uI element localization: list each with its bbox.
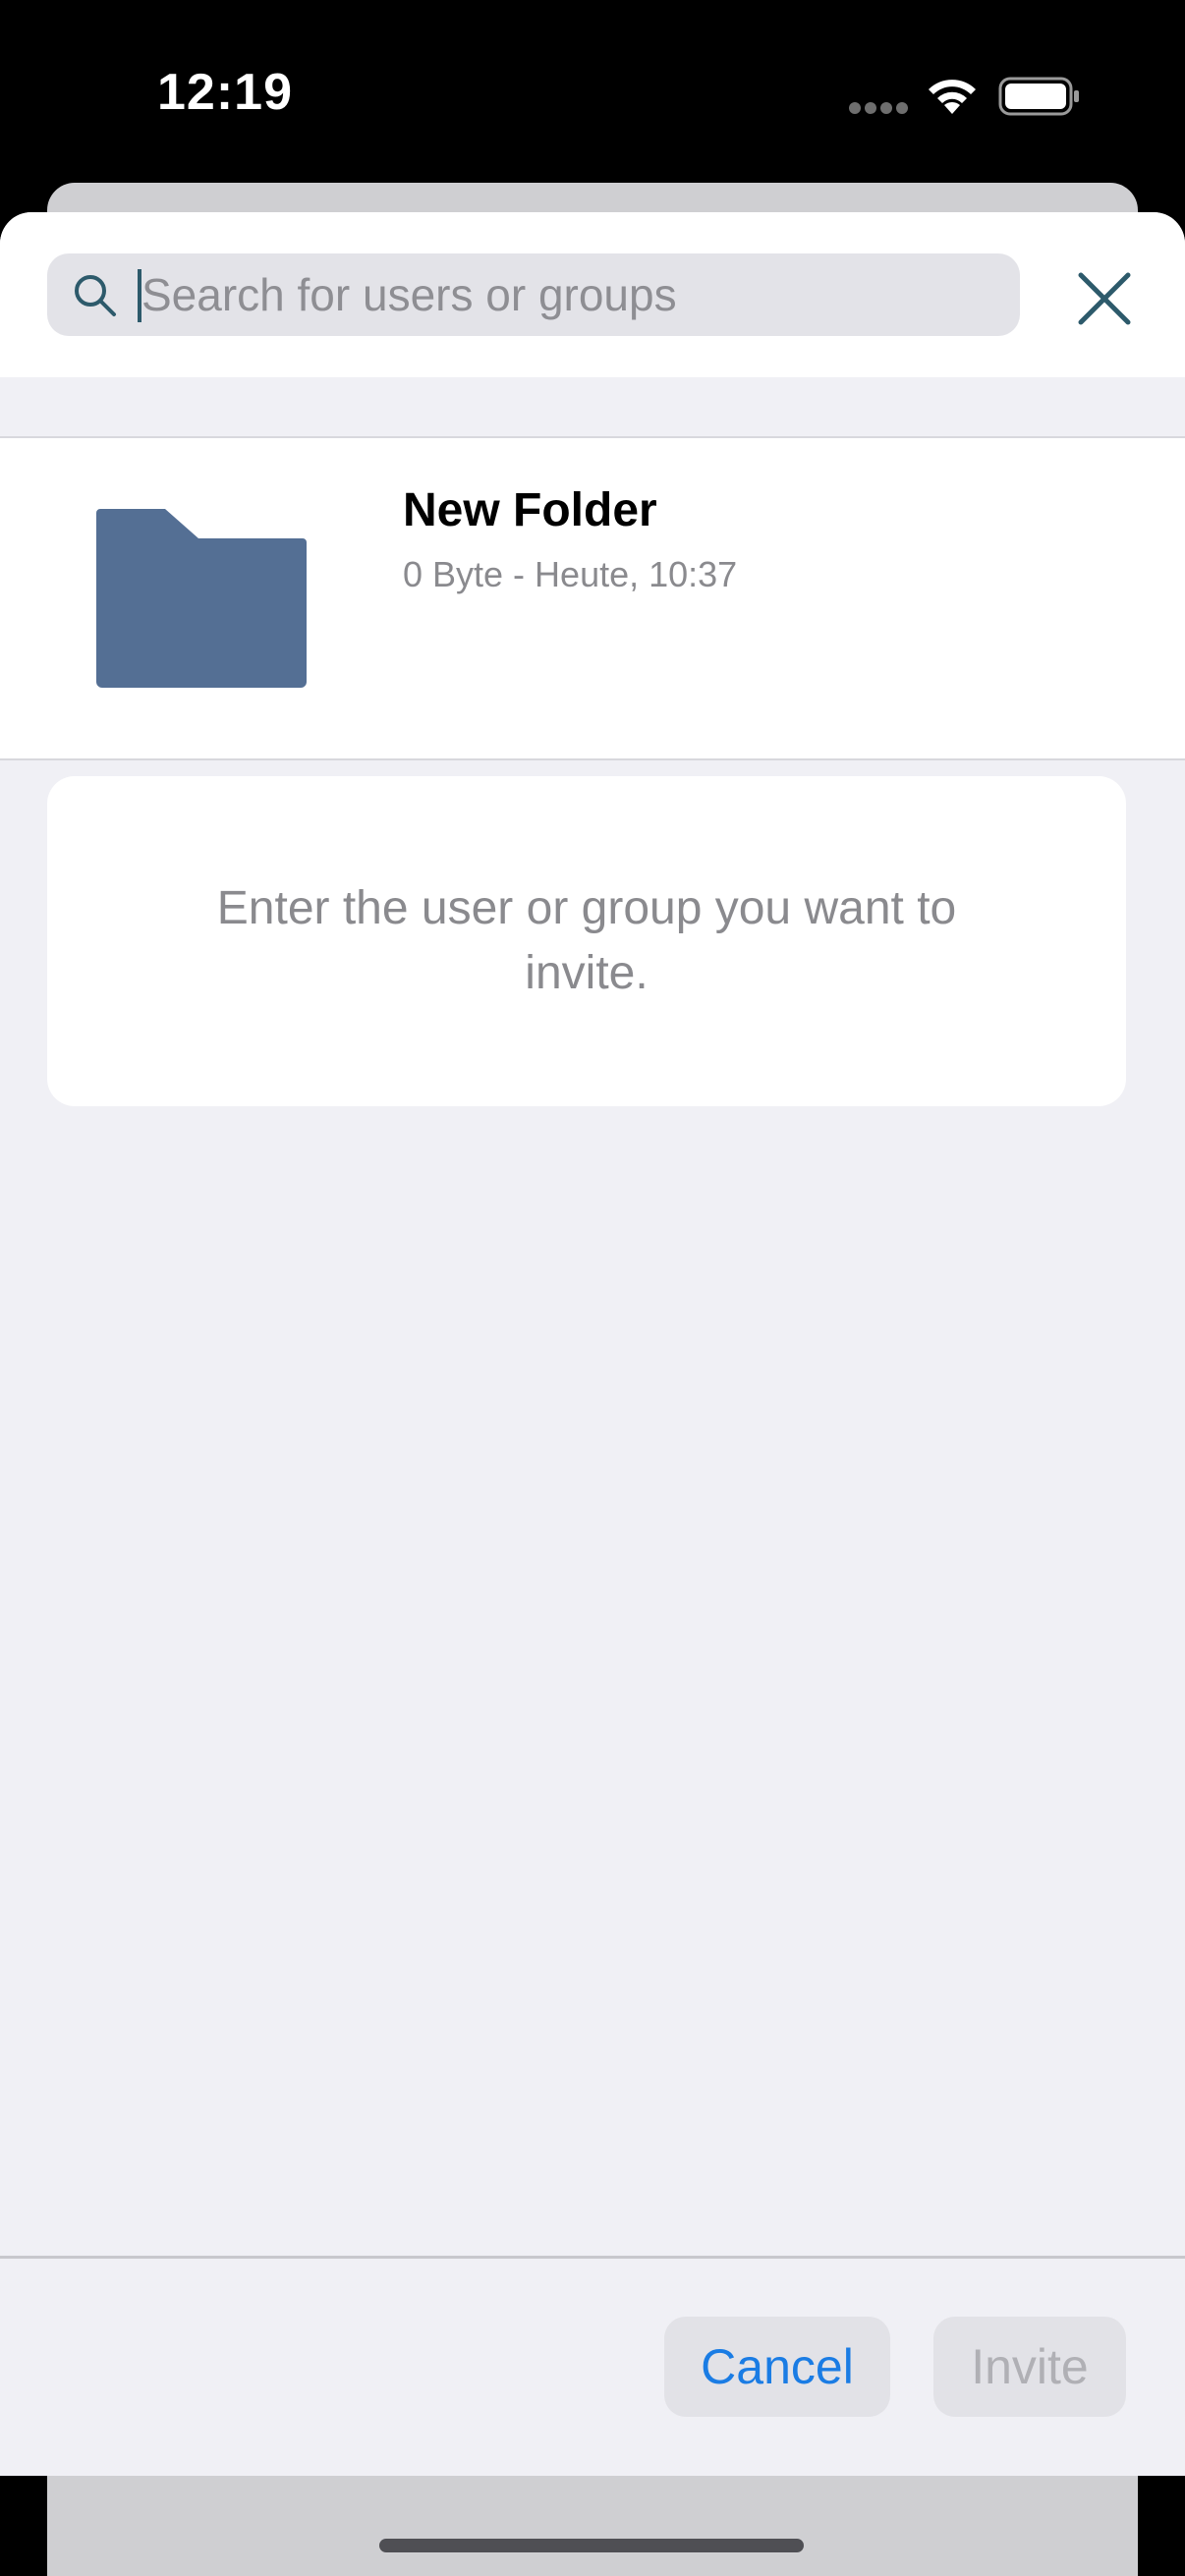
cancel-button[interactable]: Cancel <box>664 2317 890 2417</box>
status-bar: 12:19 <box>0 0 1185 196</box>
item-title: New Folder <box>403 484 657 536</box>
share-sheet: New Folder 0 Byte - Heute, 10:37 Enter t… <box>0 212 1185 2476</box>
search-input[interactable] <box>141 253 996 336</box>
status-time: 12:19 <box>157 64 293 121</box>
invite-button[interactable]: Invite <box>933 2317 1126 2417</box>
folder-icon <box>96 509 307 688</box>
search-field[interactable] <box>47 253 1020 336</box>
hint-text: Enter the user or group you want to invi… <box>216 882 957 999</box>
shared-item-row: New Folder 0 Byte - Heute, 10:37 <box>0 438 1185 758</box>
search-header <box>0 212 1185 377</box>
home-indicator[interactable] <box>379 2539 804 2552</box>
hint-card: Enter the user or group you want to invi… <box>47 776 1126 1106</box>
search-icon <box>75 275 116 316</box>
cellular-signal-icon <box>849 102 908 116</box>
close-icon[interactable] <box>1067 261 1142 336</box>
battery-icon <box>998 77 1079 116</box>
item-meta: 0 Byte - Heute, 10:37 <box>403 554 738 594</box>
background-card-bottom <box>47 2476 1138 2576</box>
wifi-icon <box>929 80 976 114</box>
footer-divider <box>0 2256 1185 2259</box>
divider <box>0 758 1185 760</box>
